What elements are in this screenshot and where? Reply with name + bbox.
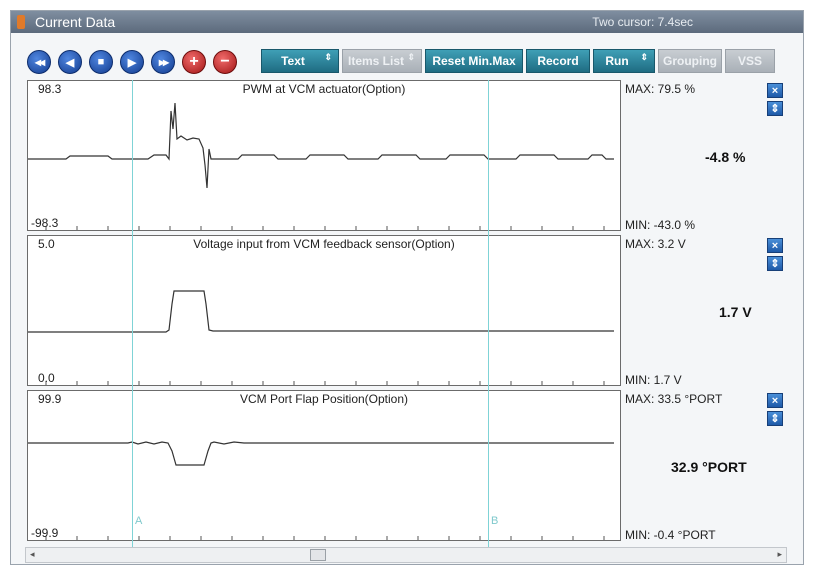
vcm-voltage-graph-panel[interactable]: Voltage input from VCM feedback sensor(O… (27, 235, 621, 386)
remove-item-button[interactable]: − (213, 50, 237, 74)
vcm-port-flap-graph-title: VCM Port Flap Position(Option) (239, 392, 409, 406)
grouping-label: Grouping (663, 54, 717, 68)
vcm-port-flap-y-max-label: 99.9 (38, 392, 62, 406)
expand-icon: ⇕ (770, 103, 780, 115)
cursor-b-label: B (491, 515, 499, 527)
scroll-left-icon[interactable]: ◂ (30, 549, 35, 560)
previous-icon: ◀ (65, 56, 75, 69)
items-list-select[interactable]: Items List ⇕ (342, 49, 422, 73)
horizontal-scrollbar[interactable]: ◂ ▸ (25, 547, 787, 563)
vss-button[interactable]: VSS (725, 49, 775, 73)
text-mode-select[interactable]: Text ⇕ (261, 49, 339, 73)
window-title: Current Data (35, 14, 116, 30)
record-button[interactable]: Record (526, 49, 590, 73)
rewind-icon: ◀◀ (34, 57, 45, 67)
cursor-a-label: A (135, 515, 143, 527)
pwm-current-value: -4.8 % (705, 149, 746, 165)
pwm-expand-button[interactable]: ⇕ (767, 101, 783, 116)
vcm-port-flap-trace-plot (28, 441, 614, 540)
current-data-window: Current Data Two cursor: 7.4sec ◀◀ ◀ ■ ▶… (10, 10, 804, 565)
vcm-port-flap-trace (28, 441, 614, 466)
close-icon: × (771, 395, 779, 407)
vcm-voltage-current-value: 1.7 V (719, 304, 752, 320)
spinner-icon: ⇕ (640, 52, 648, 62)
vcm-voltage-graph-title: Voltage input from VCM feedback sensor(O… (193, 237, 455, 251)
remove-icon: − (220, 53, 230, 70)
expand-icon: ⇕ (770, 258, 780, 270)
next-button[interactable]: ▶ (120, 50, 144, 74)
vcm-port-flap-current-value: 32.9 °PORT (671, 459, 747, 475)
vcm-port-flap-expand-button[interactable]: ⇕ (767, 411, 783, 426)
pwm-trace-plot (28, 102, 614, 230)
fast-forward-icon: ▶▶ (158, 57, 169, 67)
app-icon (17, 15, 25, 29)
vcm-port-flap-max-readout: MAX: 33.5 °PORT (625, 392, 723, 406)
stop-button[interactable]: ■ (89, 50, 113, 74)
run-label: Run (605, 54, 629, 68)
scroll-right-icon[interactable]: ▸ (777, 549, 782, 560)
items-list-label: Items List (347, 54, 404, 68)
vcm-voltage-min-readout: MIN: 1.7 V (625, 373, 682, 387)
pwm-y-min-label: -98.3 (31, 216, 59, 230)
next-icon: ▶ (127, 56, 137, 69)
pwm-graph-title: PWM at VCM actuator(Option) (242, 82, 406, 96)
vcm-port-flap-y-min-label: -99.9 (31, 526, 59, 540)
cursor-b-line[interactable] (488, 80, 489, 547)
time-axis-ticks (45, 536, 605, 540)
vcm-voltage-y-max-label: 5.0 (38, 237, 55, 251)
previous-button[interactable]: ◀ (58, 50, 82, 74)
vcm-port-flap-close-button[interactable]: × (767, 393, 783, 408)
pwm-y-max-label: 98.3 (38, 82, 62, 96)
close-icon: × (771, 85, 779, 97)
stop-icon: ■ (97, 56, 105, 68)
grouping-button[interactable]: Grouping (658, 49, 722, 73)
run-select[interactable]: Run ⇕ (593, 49, 655, 73)
time-axis-ticks (45, 226, 605, 230)
toolbar: ◀◀ ◀ ■ ▶ ▶▶ + − Text ⇕ Items List ⇕ Rese… (11, 45, 803, 77)
vcm-voltage-y-min-label: 0.0 (38, 371, 55, 385)
pwm-max-readout: MAX: 79.5 % (625, 82, 696, 96)
vss-label: VSS (737, 54, 762, 68)
time-axis-ticks (45, 381, 605, 385)
vcm-voltage-trace (28, 290, 614, 333)
close-icon: × (771, 240, 779, 252)
vcm-port-flap-min-readout: MIN: -0.4 °PORT (625, 528, 716, 542)
vcm-voltage-expand-button[interactable]: ⇕ (767, 256, 783, 271)
vcm-voltage-trace-plot (28, 290, 614, 385)
fast-forward-button[interactable]: ▶▶ (151, 50, 175, 74)
pwm-min-readout: MIN: -43.0 % (625, 218, 696, 232)
pwm-trace (28, 102, 614, 189)
add-icon: + (189, 53, 199, 70)
vcm-voltage-close-button[interactable]: × (767, 238, 783, 253)
cursor-a-line[interactable] (132, 80, 133, 547)
spinner-icon: ⇕ (324, 52, 332, 62)
reset-min-max-label: Reset Min.Max (432, 54, 516, 68)
reset-min-max-button[interactable]: Reset Min.Max (425, 49, 523, 73)
title-bar: Current Data Two cursor: 7.4sec (11, 11, 803, 33)
vcm-port-flap-graph-panel[interactable]: VCM Port Flap Position(Option) 99.9 -99.… (27, 390, 621, 541)
pwm-close-button[interactable]: × (767, 83, 783, 98)
text-mode-label: Text (281, 54, 305, 68)
expand-icon: ⇕ (770, 413, 780, 425)
scrollbar-thumb[interactable] (310, 549, 326, 561)
spinner-icon: ⇕ (407, 52, 415, 62)
record-label: Record (537, 54, 579, 68)
add-item-button[interactable]: + (182, 50, 206, 74)
rewind-button[interactable]: ◀◀ (27, 50, 51, 74)
vcm-voltage-max-readout: MAX: 3.2 V (625, 237, 686, 251)
cursor-interval-readout: Two cursor: 7.4sec (592, 15, 693, 29)
pwm-graph-panel[interactable]: PWM at VCM actuator(Option) 98.3 -98.3 (27, 80, 621, 231)
